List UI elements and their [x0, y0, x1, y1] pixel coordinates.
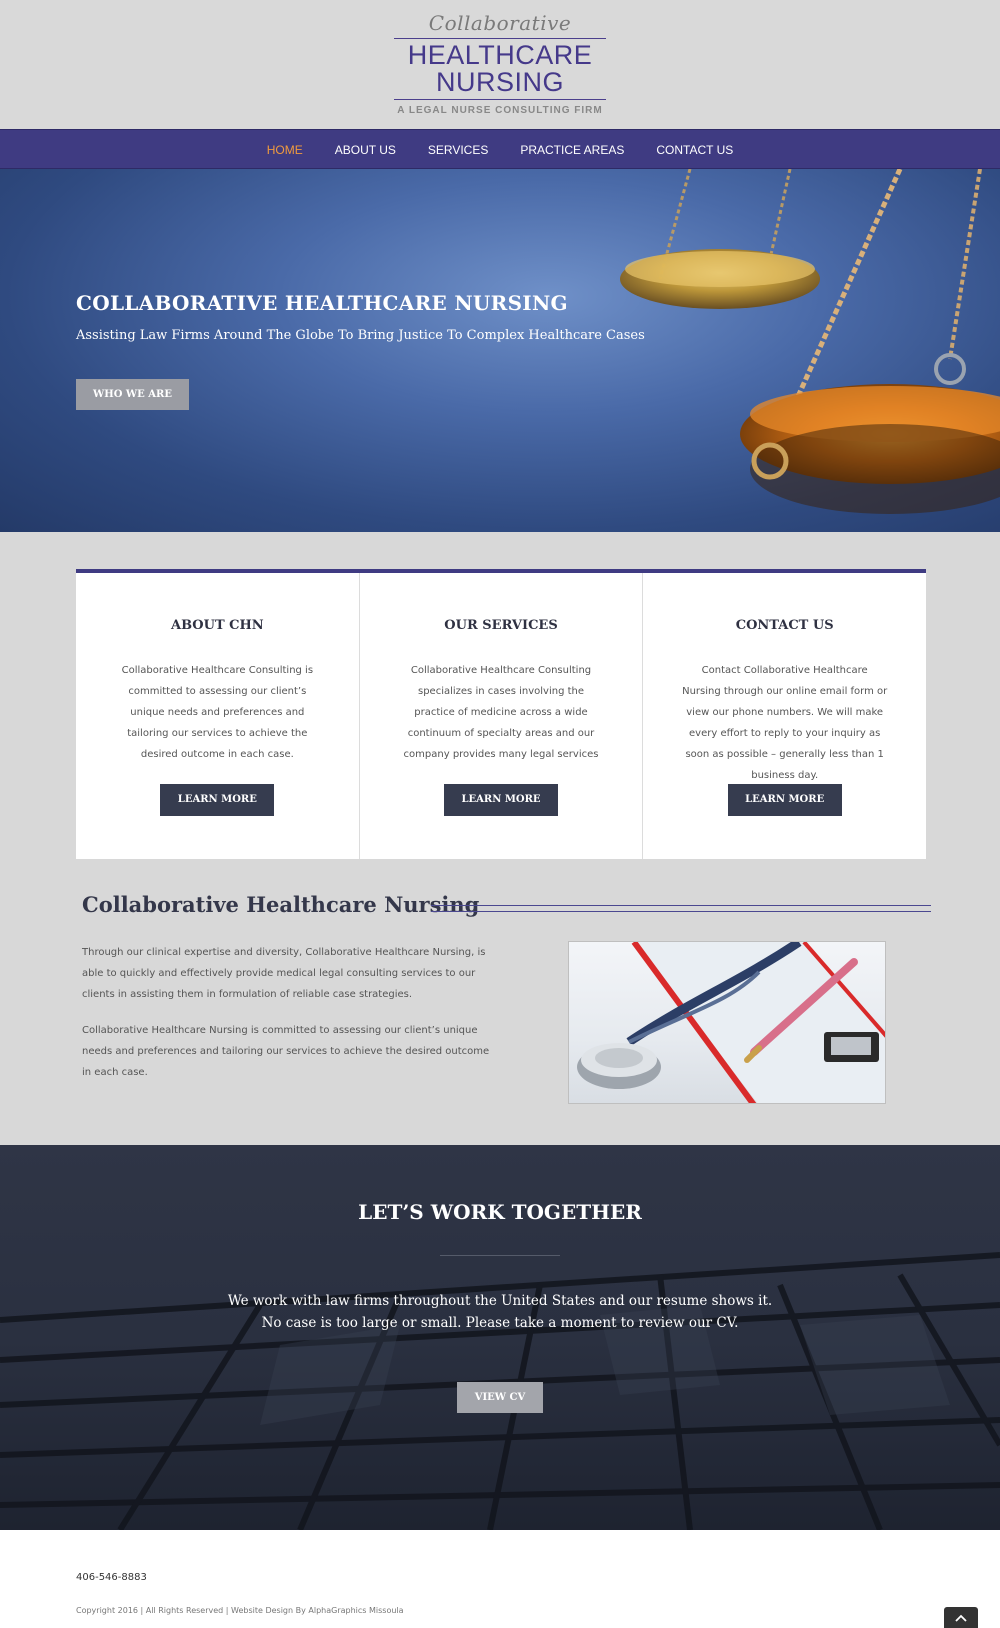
card-about-chn: ABOUT CHN Collaborative Healthcare Consu…: [76, 573, 360, 859]
feature-cards: ABOUT CHN Collaborative Healthcare Consu…: [76, 569, 926, 859]
logo-rule-bottom: [394, 99, 606, 100]
work-together-section: LET’S WORK TOGETHER We work with law fir…: [0, 1145, 1000, 1530]
card-contact-us: CONTACT US Contact Collaborative Healthc…: [643, 573, 926, 859]
logo-script-text: Collaborative: [428, 11, 572, 35]
card-text: Contact Collaborative Healthcare Nursing…: [682, 665, 888, 781]
stethoscope-clipboard-image: [568, 941, 886, 1104]
nav-item-practice-areas[interactable]: PRACTICE AREAS: [520, 130, 624, 170]
learn-more-button[interactable]: LEARN MORE: [444, 784, 558, 816]
back-to-top-button[interactable]: [944, 1607, 978, 1628]
site-header: Collaborative HEALTHCARE NURSING A LEGAL…: [0, 0, 1000, 129]
footer-copyright: Copyright 2016 | All Rights Reserved | W…: [76, 1606, 404, 1615]
work-together-text: We work with law firms throughout the Un…: [227, 1293, 773, 1331]
scales-of-justice-image: [620, 169, 1000, 514]
logo-line-2: NURSING: [435, 67, 564, 97]
nav-item-about-us[interactable]: ABOUT US: [335, 130, 396, 170]
site-logo[interactable]: Collaborative HEALTHCARE NURSING A LEGAL…: [394, 8, 606, 118]
title-divider: [440, 1255, 560, 1256]
work-together-title: LET’S WORK TOGETHER: [358, 1200, 642, 1224]
logo-rule-top: [394, 38, 606, 39]
who-we-are-button[interactable]: WHO WE ARE: [76, 379, 189, 410]
view-cv-button[interactable]: VIEW CV: [457, 1382, 543, 1413]
card-text: Collaborative Healthcare Consulting is c…: [121, 665, 314, 760]
card-title: CONTACT US: [735, 618, 834, 633]
card-title: ABOUT CHN: [170, 618, 264, 633]
about-section-title: Collaborative Healthcare Nursing: [82, 892, 480, 917]
site-footer: 406-546-8883 Copyright 2016 | All Rights…: [0, 1530, 1000, 1628]
logo-line-1: HEALTHCARE: [407, 40, 593, 70]
main-nav: HOME ABOUT US SERVICES PRACTICE AREAS CO…: [0, 129, 1000, 169]
about-paragraph-1: Through our clinical expertise and diver…: [82, 947, 486, 1000]
logo-tagline: A LEGAL NURSE CONSULTING FIRM: [397, 105, 603, 116]
nav-item-contact-us[interactable]: CONTACT US: [656, 130, 733, 170]
card-our-services: OUR SERVICES Collaborative Healthcare Co…: [360, 573, 644, 859]
card-text: Collaborative Healthcare Consulting spec…: [403, 665, 599, 760]
title-divider: [431, 905, 931, 912]
hero-title: COLLABORATIVE HEALTHCARE NURSING: [76, 291, 568, 315]
learn-more-button[interactable]: LEARN MORE: [160, 784, 275, 816]
hero-banner: COLLABORATIVE HEALTHCARE NURSING Assisti…: [0, 169, 1000, 532]
learn-more-button[interactable]: LEARN MORE: [727, 784, 842, 816]
about-paragraph-2: Collaborative Healthcare Nursing is comm…: [82, 1025, 490, 1078]
chevron-up-icon: [955, 1614, 967, 1622]
nav-item-services[interactable]: SERVICES: [428, 130, 488, 170]
card-title: OUR SERVICES: [444, 618, 558, 633]
footer-phone[interactable]: 406-546-8883: [76, 1572, 147, 1583]
hero-subtitle: Assisting Law Firms Around The Globe To …: [76, 328, 645, 343]
nav-item-home[interactable]: HOME: [267, 130, 303, 170]
